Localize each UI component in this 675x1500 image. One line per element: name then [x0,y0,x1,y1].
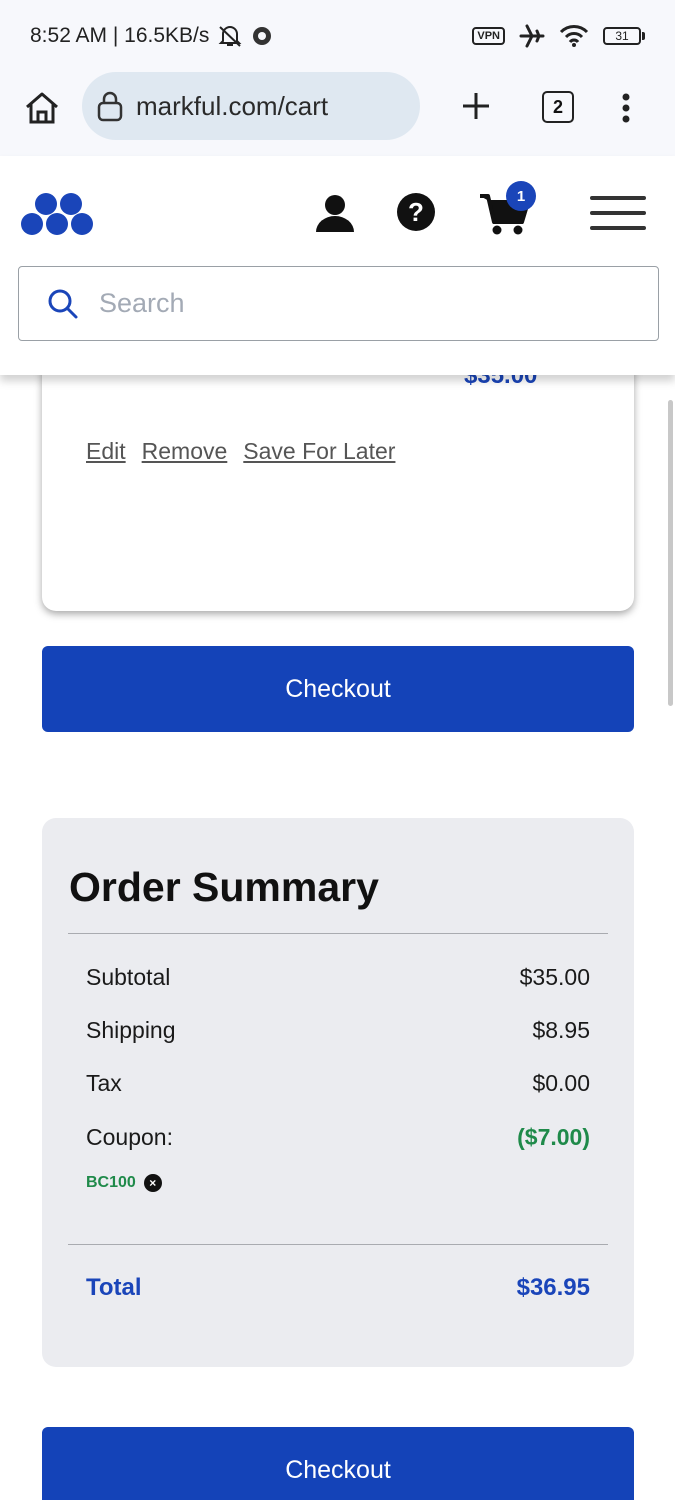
search-placeholder: Search [99,288,185,318]
status-right: VPN 31 [472,23,645,49]
status-left: 8:52 AM | 16.5KB/s [30,24,273,48]
status-bar: 8:52 AM | 16.5KB/s VPN 31 [0,0,675,72]
url-text: markful.com/cart [136,90,329,121]
total-value: $36.95 [516,1274,590,1301]
hamburger-menu-icon[interactable] [590,196,646,230]
airplane-mode-icon [519,24,545,48]
coupon-label: Coupon: [86,1124,173,1150]
coupon-code: BC100 [86,1174,136,1191]
plus-icon [463,93,489,119]
order-summary: Order Summary Subtotal $35.00 Shipping $… [42,818,634,1367]
shipping-label: Shipping [86,1017,176,1043]
save-for-later-link[interactable]: Save For Later [243,438,395,465]
summary-divider [68,1244,608,1245]
home-button[interactable] [22,88,62,128]
total-label: Total [86,1274,142,1301]
browser-menu-button[interactable] [612,86,640,130]
home-icon [26,92,58,124]
browser-toolbar: markful.com/cart 2 [0,72,675,156]
tab-switcher-button[interactable]: 2 [542,91,574,123]
vpn-badge: VPN [472,27,505,45]
mute-bell-icon [218,26,242,47]
search-input[interactable]: Search [18,266,659,341]
more-vertical-icon [622,93,630,123]
cart-page: 8:52 AM | 16.5KB/s VPN 31 markful.com/ca… [0,0,675,1500]
lock-icon [97,91,123,122]
remove-link[interactable]: Remove [142,438,228,465]
battery-icon: 31 [603,27,645,45]
help-icon[interactable]: ? [396,192,436,232]
subtotal-value: $35.00 [519,964,590,990]
subtotal-label: Subtotal [86,964,171,990]
wifi-icon [559,25,589,47]
checkout-button-bottom[interactable]: Checkout [42,1427,634,1500]
item-actions: Edit Remove Save For Later [86,438,395,465]
subtotal-row: Subtotal $35.00 [86,964,590,991]
coupon-code-tag: BC100 × [86,1174,162,1192]
order-summary-title: Order Summary [69,864,379,910]
scrollbar-thumb[interactable] [668,400,673,706]
svg-text:?: ? [408,197,424,227]
shipping-row: Shipping $8.95 [86,1017,590,1044]
new-tab-button[interactable] [456,86,496,126]
hamburger-line [590,211,646,215]
app-notification-icon [253,27,272,45]
edit-link[interactable]: Edit [86,438,126,465]
hamburger-line [590,196,646,200]
status-time: 8:52 AM | 16.5KB/s [30,24,210,47]
battery-tip [642,32,645,40]
tax-value: $0.00 [532,1070,590,1096]
coupon-value: ($7.00) [517,1124,590,1150]
remove-coupon-icon[interactable]: × [143,1174,162,1192]
shipping-value: $8.95 [532,1017,590,1043]
markful-logo[interactable] [20,190,94,238]
battery-level: 31 [603,27,641,45]
coupon-row: Coupon: ($7.00) [86,1124,590,1151]
address-bar[interactable]: markful.com/cart [82,72,420,140]
site-header: ? 1 Search [0,156,675,375]
tax-label: Tax [86,1070,122,1096]
summary-divider [68,933,608,934]
tax-row: Tax $0.00 [86,1070,590,1097]
total-row: Total $36.95 [86,1274,590,1302]
search-icon [48,289,78,318]
checkout-button-top[interactable]: Checkout [42,646,634,732]
hamburger-line [590,226,646,230]
cart-count-badge: 1 [506,181,536,211]
account-icon[interactable] [314,192,356,234]
